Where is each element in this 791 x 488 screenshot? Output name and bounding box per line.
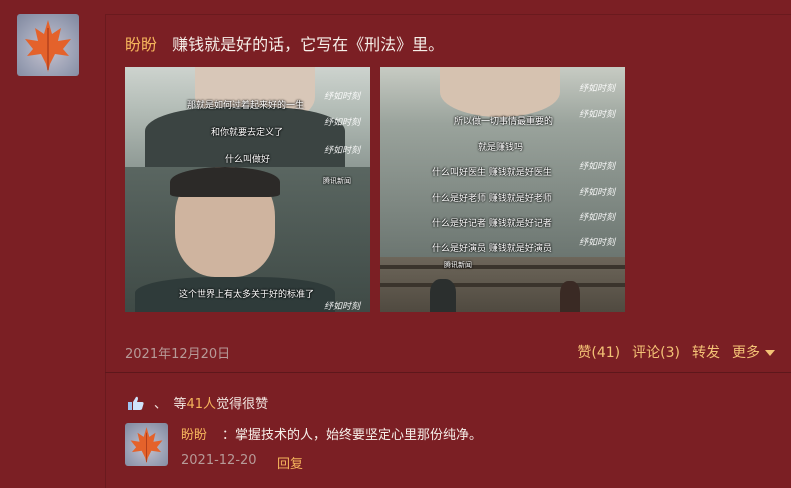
person-shape xyxy=(560,281,580,312)
more-label: 更多 xyxy=(732,345,760,361)
reply-username[interactable]: 盼盼 xyxy=(181,424,207,443)
watermark: 纾如时刻 xyxy=(323,302,360,312)
watermark: 纾如时刻 xyxy=(323,118,360,128)
subtitle: 什么是好演员 赚钱就是好演员 xyxy=(432,244,552,254)
post-actions: 赞(41) 评论(3) 转发 更多 xyxy=(577,342,775,362)
subtitle: 就是赚钱吗 xyxy=(478,143,524,153)
reply-button[interactable]: 回复 xyxy=(277,453,303,472)
reply-avatar[interactable] xyxy=(125,423,168,466)
divider xyxy=(105,372,791,373)
subtitle: 什么是好老师 赚钱就是好老师 xyxy=(432,194,552,204)
subtitle: 什么叫好医生 赚钱就是好医生 xyxy=(432,168,552,178)
watermark: 纾如时刻 xyxy=(578,110,615,120)
subtitle: 什么是好记者 赚钱就是好记者 xyxy=(432,219,552,229)
likes-prefix: 、 等 xyxy=(154,397,187,412)
maple-leaf-icon xyxy=(130,427,163,464)
reply-text: ：掌握技术的人，始终要坚定心里那份纯净。 xyxy=(222,428,483,443)
avatar[interactable] xyxy=(17,14,79,76)
chevron-down-icon xyxy=(765,350,775,356)
face-shape xyxy=(440,67,560,117)
thumbs-up-icon xyxy=(128,396,144,410)
shelf-line xyxy=(380,283,625,287)
watermark: 纾如时刻 xyxy=(578,84,615,94)
post-image-right[interactable]: 所以做一切事情最重要的 就是赚钱吗 什么叫好医生 赚钱就是好医生 什么是好老师 … xyxy=(380,67,625,312)
subtitle: 什么叫做好 xyxy=(225,155,271,165)
post-image-left[interactable]: 那就是如何过着起来好的一生 和你就要去定义了 什么叫做好 这个世界上有太多关于好… xyxy=(125,67,370,312)
watermark: 纾如时刻 xyxy=(323,146,360,156)
comment-button[interactable]: 评论(3) xyxy=(632,342,680,362)
bookshelf-panel xyxy=(380,257,625,312)
subtitle: 那就是如何过着起来好的一生 xyxy=(187,101,305,111)
repost-button[interactable]: 转发 xyxy=(692,342,720,362)
post-date: 2021年12月20日 xyxy=(125,347,231,362)
post-header: 盼盼 赚钱就是好的话，它写在《刑法》里。 xyxy=(125,31,444,55)
news-logo: 腾讯新闻 xyxy=(323,177,351,185)
news-logo: 腾讯新闻 xyxy=(444,261,472,269)
person-shape xyxy=(430,279,456,312)
subtitle: 这个世界上有太多关于好的标准了 xyxy=(179,290,315,300)
post-username[interactable]: 盼盼 xyxy=(125,35,157,54)
subtitle: 所以做一切事情最重要的 xyxy=(454,117,554,127)
likes-count[interactable]: 41人 xyxy=(187,393,217,412)
maple-leaf-icon xyxy=(25,20,71,72)
speaker-hair xyxy=(170,167,280,197)
likes-summary: 、 等 41人 觉得很赞 xyxy=(128,393,268,412)
more-button[interactable]: 更多 xyxy=(732,342,775,362)
watermark: 纾如时刻 xyxy=(578,162,615,172)
like-button[interactable]: 赞(41) xyxy=(577,342,620,362)
reply-date: 2021-12-20 xyxy=(181,453,257,468)
post-text: 赚钱就是好的话，它写在《刑法》里。 xyxy=(172,35,445,54)
likes-suffix: 觉得很赞 xyxy=(216,397,269,412)
shelf-line xyxy=(380,265,625,269)
watermark: 纾如时刻 xyxy=(578,188,615,198)
watermark: 纾如时刻 xyxy=(578,238,615,248)
subtitle: 和你就要去定义了 xyxy=(211,128,284,138)
watermark: 纾如时刻 xyxy=(578,213,615,223)
watermark: 纾如时刻 xyxy=(323,92,360,102)
